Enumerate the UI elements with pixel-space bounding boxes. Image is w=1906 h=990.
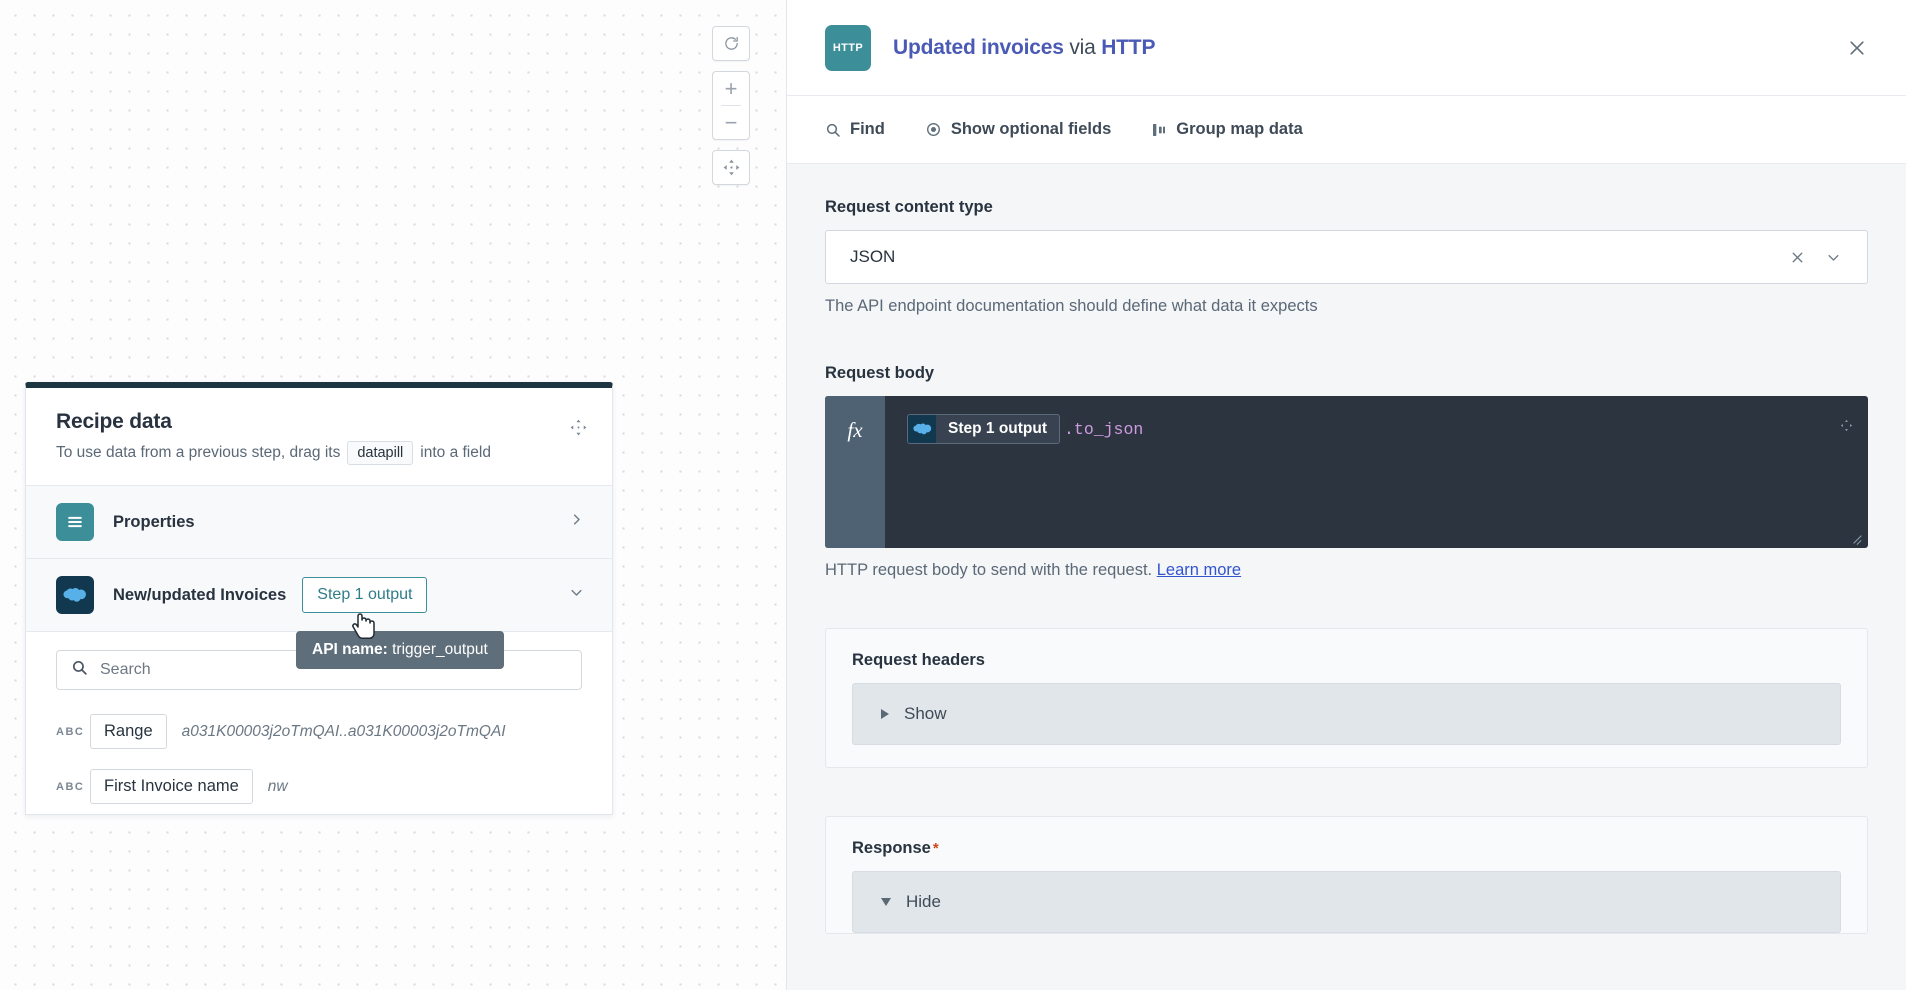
plus-icon: + [725,78,738,100]
chevron-down-icon[interactable] [569,585,584,605]
search-icon [71,659,88,681]
datapill-label: Step 1 output [936,420,1059,438]
spacer [787,580,1906,628]
request-content-type-select[interactable]: JSON [825,230,1868,284]
panel-title-via: via [1069,36,1095,59]
columns-icon [1151,122,1167,138]
clear-icon[interactable] [1779,249,1816,266]
request-body-label: Request body [825,364,1868,383]
datapill-example-chip[interactable]: datapill [347,441,413,465]
step-config-panel: HTTP Updated invoices via HTTP Find [786,0,1906,990]
response-card: Response* Hide [825,816,1868,934]
canvas-zoom-controls: + − [712,26,750,185]
request-content-type-field: Request content type JSON The API endp [787,198,1906,316]
datapill-chip[interactable]: First Invoice name [90,769,253,804]
tooltip-label: API name: [312,641,388,658]
tooltip-value: trigger_output [392,641,488,658]
response-label: Response* [852,839,1841,858]
request-body-editor[interactable]: fx Step 1 output .to_js [825,396,1868,548]
datapill-row[interactable]: ABC First Invoice name nw [26,759,612,814]
request-section: Request content type JSON The API endp [787,164,1906,934]
page-title: Recipe data [56,410,582,434]
fx-icon: fx [825,396,885,548]
learn-more-link[interactable]: Learn more [1157,561,1241,579]
request-headers-show-toggle[interactable]: Show [852,683,1841,745]
datapill-type-label: ABC [56,781,90,793]
recipe-data-card[interactable]: Recipe data To use data from a previous … [25,382,613,815]
recipe-row-properties[interactable]: Properties [26,486,612,559]
request-body-field: Request body fx Step 1 output [787,364,1906,580]
reset-zoom-box [712,26,750,61]
recipe-canvas[interactable]: + − Recipe data To use data fro [0,0,786,990]
drag-handle-icon[interactable] [1839,418,1854,438]
minus-icon: − [725,112,738,134]
salesforce-icon [56,576,94,614]
request-content-type-hint: The API endpoint documentation should de… [825,297,1868,316]
recipe-row-label: New/updated Invoices [113,586,286,605]
group-map-data-label: Group map data [1176,120,1303,139]
zoom-inout-box: + − [712,71,750,140]
show-optional-fields-label: Show optional fields [951,120,1111,139]
step-1-output-datapill[interactable]: Step 1 output [907,414,1060,444]
request-body-code-area[interactable]: Step 1 output .to_json [885,396,1868,548]
request-headers-card: Request headers Show [825,628,1868,768]
datapill-value: a031K00003j2oTmQAI..a031K00003j2oTmQAI [182,723,506,741]
request-headers-toggle-label: Show [904,704,947,724]
subtitle-text-before: To use data from a previous step, drag i… [56,444,340,462]
salesforce-icon [908,415,936,443]
spacer [787,316,1906,364]
resize-handle-icon[interactable] [1852,532,1864,544]
recipe-row-label: Properties [113,513,195,532]
response-label-text: Response [852,839,931,857]
triangle-down-icon [881,898,891,906]
request-headers-label: Request headers [852,651,1841,670]
show-optional-fields-button[interactable]: Show optional fields [925,120,1111,139]
spacer [787,768,1906,816]
datapill-value: nw [268,778,288,796]
move-icon [722,158,741,177]
response-hide-toggle[interactable]: Hide [852,871,1841,933]
chevron-down-icon[interactable] [1816,250,1851,265]
request-body-hint-text: HTTP request body to send with the reque… [825,561,1152,579]
datapill-chip[interactable]: Range [90,714,167,749]
panel-body: Request content type JSON The API endp [787,164,1906,990]
request-content-type-value: JSON [850,247,1779,267]
close-icon[interactable] [1840,31,1874,65]
api-name-tooltip: API name: trigger_output [296,631,504,669]
code-method-text: .to_json [1064,420,1143,439]
panel-title-app: HTTP [1101,36,1155,59]
step-1-output-chip[interactable]: Step 1 output [302,577,427,613]
recipe-data-header: Recipe data To use data from a previous … [26,388,612,486]
find-label: Find [850,120,885,139]
panel-header: HTTP Updated invoices via HTTP [787,0,1906,96]
triangle-right-icon [881,709,889,719]
chevron-right-icon[interactable] [569,512,584,532]
zoom-in-button[interactable]: + [712,72,750,105]
panel-title: Updated invoices via HTTP [893,36,1155,60]
response-toggle-label: Hide [906,892,941,912]
reset-zoom-button[interactable] [712,27,750,60]
http-badge-icon: HTTP [825,25,871,71]
request-body-hint: HTTP request body to send with the reque… [825,561,1868,580]
panel-toolbar: Find Show optional fields Group map data [787,96,1906,164]
zoom-out-button[interactable]: − [712,106,750,139]
properties-icon [56,503,94,541]
find-button[interactable]: Find [825,120,885,139]
subtitle-text-after: into a field [420,444,491,462]
recipe-data-subtitle: To use data from a previous step, drag i… [56,441,582,465]
fit-to-screen-button[interactable] [712,151,750,184]
datapill-row[interactable]: ABC Range a031K00003j2oTmQAI..a031K00003… [26,704,612,759]
panel-title-action: Updated invoices [893,36,1064,59]
datapill-type-label: ABC [56,726,90,738]
group-map-data-button[interactable]: Group map data [1151,120,1303,139]
eye-icon [925,121,942,138]
required-asterisk: * [933,840,939,857]
request-content-type-label: Request content type [825,198,1868,217]
recipe-row-new-updated-invoices[interactable]: New/updated Invoices Step 1 output [26,559,612,632]
refresh-icon [723,35,740,52]
search-icon [825,122,841,138]
code-line: Step 1 output .to_json [907,414,1846,444]
fit-to-screen-box [712,150,750,185]
drag-handle-icon[interactable] [569,418,588,442]
